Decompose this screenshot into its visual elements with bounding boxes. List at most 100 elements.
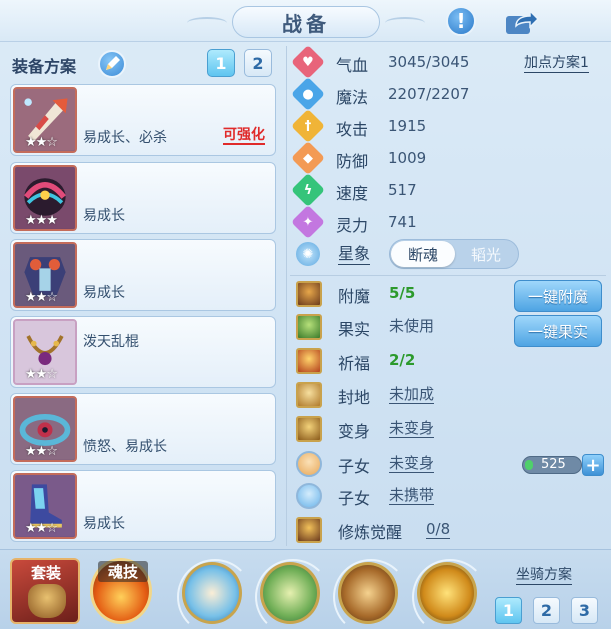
feature-value: 未使用	[389, 317, 435, 335]
enchant-icon	[296, 281, 322, 307]
share-button[interactable]	[504, 8, 540, 36]
stat-label: 灵力	[336, 216, 369, 235]
feature-label: 果实	[338, 320, 371, 339]
share-icon	[506, 9, 540, 34]
mount-plan-label[interactable]: 坐骑方案	[516, 566, 572, 585]
feature-value[interactable]: 未加成	[389, 385, 435, 404]
fief-icon	[296, 382, 322, 408]
child-counter: 525 +	[522, 454, 604, 476]
equip-slot-weapon[interactable]: ★★☆ 易成长、必杀 可强化	[10, 84, 276, 156]
set-label: 套装	[30, 564, 61, 582]
help-button[interactable]: !	[446, 6, 476, 36]
stat-value: 1009	[388, 149, 427, 167]
pencil-icon	[106, 56, 120, 70]
stat-value: 2207/2207	[388, 85, 470, 103]
mount-plan-tab-2[interactable]: 2	[533, 597, 560, 624]
star-sign-option-taoguang[interactable]: 韬光	[454, 241, 518, 267]
soul-skill-label: 魂技	[98, 561, 148, 582]
equip-desc: 易成长	[83, 285, 125, 301]
cauldron-icon	[28, 584, 66, 618]
sword-icon: †	[291, 109, 325, 143]
equip-slot-necklace[interactable]: ★★☆ 泼天乱棍	[10, 316, 276, 388]
feature-value: 5/5	[389, 284, 416, 302]
strengthen-link[interactable]: 可强化	[223, 127, 265, 145]
weapon-icon: ★★☆	[13, 87, 77, 153]
edit-plan-button[interactable]	[98, 50, 126, 78]
heart-icon: ♥	[291, 45, 325, 79]
feature-row-child-carry[interactable]: 子女 未携带	[296, 481, 596, 511]
fruit-icon	[296, 314, 322, 340]
stat-label: 防御	[336, 152, 369, 171]
stat-row-mp: ● 魔法 2207/2207	[291, 77, 496, 111]
skill-orb-blade-icon[interactable]	[412, 559, 488, 629]
star-rating: ★★★	[25, 213, 58, 228]
equip-plan-tab-2[interactable]: 2	[244, 49, 272, 77]
equip-plan-tab-1[interactable]: 1	[207, 49, 235, 77]
transform-icon	[296, 416, 322, 442]
one-click-enchant-button[interactable]: 一键附魔	[514, 280, 602, 312]
feature-value[interactable]: 未变身	[389, 419, 435, 438]
counter-bar	[525, 460, 533, 470]
equip-desc: 愤怒、易成长	[83, 439, 167, 455]
equip-slot-armor[interactable]: ★★☆ 易成长	[10, 239, 276, 311]
feature-value[interactable]: 0/8	[426, 520, 451, 539]
star-rating: ★★☆	[25, 135, 58, 150]
cultivation-icon	[296, 517, 322, 543]
stat-value: 517	[388, 181, 417, 199]
page-title: 战备	[187, 6, 425, 38]
star-rating: ★★☆	[25, 444, 58, 459]
blessing-icon	[296, 348, 322, 374]
stat-label: 魔法	[336, 88, 369, 107]
stat-value: 741	[388, 213, 417, 231]
feature-value[interactable]: 未变身	[389, 454, 435, 473]
helmet-icon: ★★★	[13, 165, 77, 231]
equip-desc: 易成长、必杀	[83, 130, 167, 146]
feature-label: 封地	[338, 388, 371, 407]
feature-label: 修炼觉醒	[338, 523, 403, 542]
counter-pill: 525	[522, 456, 582, 474]
equip-slot-belt[interactable]: ★★☆ 愤怒、易成长	[10, 393, 276, 465]
shoes-icon: ★★☆	[13, 473, 77, 539]
feature-row-cultivation[interactable]: 修炼觉醒 0/8	[296, 515, 596, 545]
spirit-icon: ✦	[291, 205, 325, 239]
star-sign-option-duanhun[interactable]: 断魂	[391, 241, 455, 267]
shield-icon: ◆	[291, 141, 325, 175]
feature-row-blessing: 祈福 2/2	[296, 346, 596, 376]
stat-value: 3045/3045	[388, 53, 470, 71]
star-sign-label[interactable]: 星象	[338, 244, 371, 265]
stat-row-defense: ◆ 防御 1009	[291, 141, 496, 175]
feature-label: 子女	[338, 457, 371, 476]
stat-label: 气血	[336, 56, 369, 75]
star-sign-toggle[interactable]: 断魂 韬光	[389, 239, 519, 269]
necklace-icon: ★★☆	[13, 319, 77, 385]
equip-desc: 泼天乱棍	[83, 334, 139, 350]
stat-value: 1915	[388, 117, 427, 135]
child-icon	[296, 451, 322, 477]
counter-value: 525	[541, 457, 566, 472]
speed-icon: ϟ	[291, 173, 325, 207]
mana-icon: ●	[291, 77, 325, 111]
stat-row-spirit: ✦ 灵力 741	[291, 205, 496, 239]
panel-divider	[286, 46, 287, 546]
one-click-fruit-button[interactable]: 一键果实	[514, 315, 602, 347]
feature-value: 2/2	[389, 351, 416, 369]
equip-desc: 易成长	[83, 516, 125, 532]
attribute-plan-link[interactable]: 加点方案1	[524, 54, 589, 73]
equip-slot-shoes[interactable]: ★★☆ 易成长	[10, 470, 276, 542]
skill-orb-shield-icon[interactable]	[333, 559, 409, 629]
skill-orb-leaf-icon[interactable]	[255, 559, 331, 629]
stat-row-attack: † 攻击 1915	[291, 109, 496, 143]
equip-slot-helmet[interactable]: ★★★ 易成长	[10, 162, 276, 234]
skill-orb-fist-icon[interactable]	[177, 559, 253, 629]
mount-plan-tab-3[interactable]: 3	[571, 597, 598, 624]
stat-label: 速度	[336, 184, 369, 203]
feature-row-transform[interactable]: 变身 未变身	[296, 414, 596, 444]
mount-plan-tab-1[interactable]: 1	[495, 597, 522, 624]
star-rating: ★★☆	[25, 521, 58, 536]
star-sign-icon: ✺	[296, 242, 320, 266]
feature-value[interactable]: 未携带	[389, 486, 435, 505]
feature-row-fief[interactable]: 封地 未加成	[296, 380, 596, 410]
feature-label: 祈福	[338, 354, 371, 373]
equipment-set-button[interactable]: 套装	[10, 558, 80, 624]
plus-button[interactable]: +	[582, 454, 604, 476]
